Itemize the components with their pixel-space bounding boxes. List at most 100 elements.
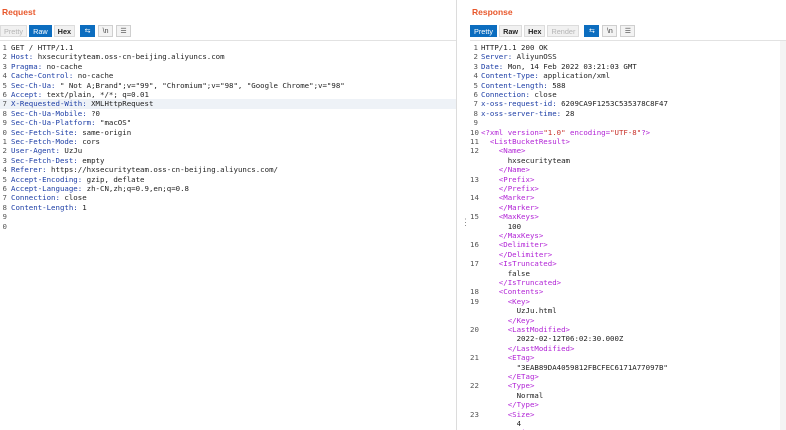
response-tab-hex[interactable]: Hex bbox=[524, 25, 546, 37]
line-number: 4 bbox=[473, 71, 478, 81]
header-value: UzJu bbox=[59, 146, 83, 156]
header-name: Pragma: bbox=[11, 61, 43, 71]
response-line-text: <ETag> bbox=[481, 353, 535, 362]
line-number: 13 bbox=[470, 174, 479, 184]
menu-icon[interactable]: ☰ bbox=[116, 25, 132, 37]
response-line: 1 HTTP/1.1 200 OK bbox=[470, 43, 786, 52]
line-number: 2 bbox=[473, 52, 478, 62]
request-tab-pretty[interactable]: Pretty bbox=[0, 25, 28, 37]
request-line-text: Accept-Encoding: gzip, deflate bbox=[11, 175, 145, 184]
syntax-token: 28 bbox=[561, 108, 575, 118]
response-line: </Prefix> bbox=[470, 184, 786, 193]
response-line: </Name> bbox=[470, 165, 786, 174]
syntax-token: version= bbox=[507, 127, 544, 137]
header-value: XMLHttpRequest bbox=[86, 99, 154, 109]
wrap-lines-icon[interactable]: ⇆ bbox=[584, 25, 600, 37]
request-line-text: Sec-Ch-Ua-Mobile: ?0 bbox=[11, 109, 100, 118]
line-number: 8 bbox=[2, 108, 7, 118]
request-tab-raw[interactable]: Raw bbox=[29, 25, 52, 37]
line-number: 9 bbox=[2, 212, 7, 222]
request-line: 5 Accept-Encoding: gzip, deflate bbox=[0, 175, 456, 184]
response-line: 9 bbox=[470, 118, 786, 127]
syntax-token: Server: bbox=[481, 52, 513, 62]
response-tab-pretty[interactable]: Pretty bbox=[470, 25, 498, 37]
response-line: 13 <Prefix> bbox=[470, 175, 786, 184]
line-number: 1 bbox=[473, 43, 478, 52]
syntax-token: Normal bbox=[481, 390, 544, 400]
line-number: 10 bbox=[470, 127, 479, 137]
request-line: 9 bbox=[0, 212, 456, 221]
header-name: Sec-Ch-Ua: bbox=[11, 80, 56, 90]
line-number: 20 bbox=[470, 325, 479, 334]
response-editor[interactable]: 1 HTTP/1.1 200 OK 2 Server: AliyunOSS 3 Date:… bbox=[470, 40, 786, 430]
response-line: 3 Date: Mon, 14 Feb 2022 03:21:03 GMT bbox=[470, 62, 786, 71]
syntax-token: <Marker> bbox=[481, 193, 535, 203]
line-number: 21 bbox=[470, 353, 479, 363]
request-line-text: X-Requested-With: XMLHttpRequest bbox=[11, 99, 153, 108]
syntax-token: 100 bbox=[481, 221, 522, 231]
response-line-text: hxsecurityteam bbox=[481, 156, 570, 165]
syntax-token: "1.0" bbox=[543, 127, 566, 137]
response-line: </LastModified> bbox=[470, 344, 786, 353]
line-number: 8 bbox=[473, 108, 478, 118]
request-title: Request bbox=[2, 7, 36, 17]
line-number: 23 bbox=[470, 409, 479, 419]
line-number: 19 bbox=[470, 296, 479, 306]
response-line: 18 <Contents> bbox=[470, 287, 786, 296]
syntax-token: <ListBucketResult> bbox=[481, 137, 570, 146]
request-line-text: Referer: https://hxsecurityteam.oss-cn-b… bbox=[11, 165, 278, 174]
wrap-lines-icon[interactable]: ⇆ bbox=[80, 25, 96, 37]
line-number: 6 bbox=[473, 90, 478, 99]
response-tab-raw[interactable]: Raw bbox=[499, 25, 523, 37]
response-tab-render[interactable]: Render bbox=[547, 25, 580, 37]
request-line: 4 Referer: https://hxsecurityteam.oss-cn-… bbox=[0, 165, 456, 174]
syntax-token: Content-Length: bbox=[481, 80, 548, 90]
header-name: Sec-Ch-Ua-Mobile: bbox=[11, 108, 87, 118]
response-line: 19 <Key> bbox=[470, 297, 786, 306]
response-line-text: 4 bbox=[481, 419, 521, 428]
request-line-text: Cache-Control: no-cache bbox=[11, 71, 113, 80]
request-editor[interactable]: 1 GET / HTTP/1.1 2 Host: hxsecurityteam.oss… bbox=[0, 40, 456, 430]
response-line-text: 100 bbox=[481, 222, 521, 231]
line-number: 17 bbox=[470, 259, 479, 269]
newline-icon[interactable]: \n bbox=[98, 25, 114, 37]
line-number: 3 bbox=[2, 61, 7, 71]
response-line: </IsTruncated> bbox=[470, 278, 786, 287]
response-line-text: <Marker> bbox=[481, 193, 535, 203]
line-number: 14 bbox=[470, 193, 479, 203]
response-line-text: <?xml version="1.0" encoding="UTF-8"?> bbox=[481, 128, 650, 137]
response-line-text: Date: Mon, 14 Feb 2022 03:21:03 GMT bbox=[481, 62, 637, 71]
request-line-text: Sec-Fetch-Mode: cors bbox=[11, 137, 100, 146]
header-value: empty bbox=[77, 155, 105, 165]
line-number: 18 bbox=[470, 287, 479, 297]
syntax-token: </Delimiter> bbox=[481, 249, 553, 259]
syntax-token: <Key> bbox=[481, 296, 530, 306]
request-tab-hex[interactable]: Hex bbox=[53, 25, 76, 37]
pane-divider[interactable]: ⋮ bbox=[456, 0, 470, 430]
request-line-text: Sec-Fetch-Site: same-origin bbox=[11, 128, 131, 137]
response-scrollbar[interactable] bbox=[780, 41, 786, 430]
line-number: 22 bbox=[470, 381, 479, 391]
request-line: 6 Accept-Language: zh-CN,zh;q=0.9,en;q=0.… bbox=[0, 184, 456, 193]
line-number: 7 bbox=[2, 193, 7, 203]
response-line: </MaxKeys> bbox=[470, 231, 786, 240]
response-line-text: <Key> bbox=[481, 297, 530, 306]
line-number: 6 bbox=[2, 90, 7, 99]
menu-icon[interactable]: ☰ bbox=[620, 25, 636, 37]
response-line-text: Content-Type: application/xml bbox=[481, 71, 610, 80]
response-line: 7 x-oss-request-id: 6209CA9F1253C535378C8… bbox=[470, 99, 786, 108]
response-line: 8 x-oss-server-time: 28 bbox=[470, 109, 786, 118]
request-line: 5 Sec-Ch-Ua: " Not A;Brand";v="99", "Chro… bbox=[0, 81, 456, 90]
request-line: 9 Sec-Ch-Ua-Platform: "macOS" bbox=[0, 118, 456, 127]
newline-icon[interactable]: \n bbox=[602, 25, 618, 37]
drag-handle-icon[interactable]: ⋮ bbox=[461, 218, 470, 227]
line-number: 15 bbox=[470, 212, 479, 222]
response-line: 14 <Marker> bbox=[470, 193, 786, 202]
response-line-text: Normal bbox=[481, 390, 544, 400]
line-number: 5 bbox=[2, 174, 7, 184]
header-name: User-Agent: bbox=[11, 146, 60, 156]
response-line-text: <Prefix> bbox=[481, 175, 535, 184]
request-line: 2 User-Agent: UzJu bbox=[0, 146, 456, 155]
syntax-token: <Type> bbox=[481, 381, 535, 391]
line-number: 0 bbox=[2, 127, 7, 137]
